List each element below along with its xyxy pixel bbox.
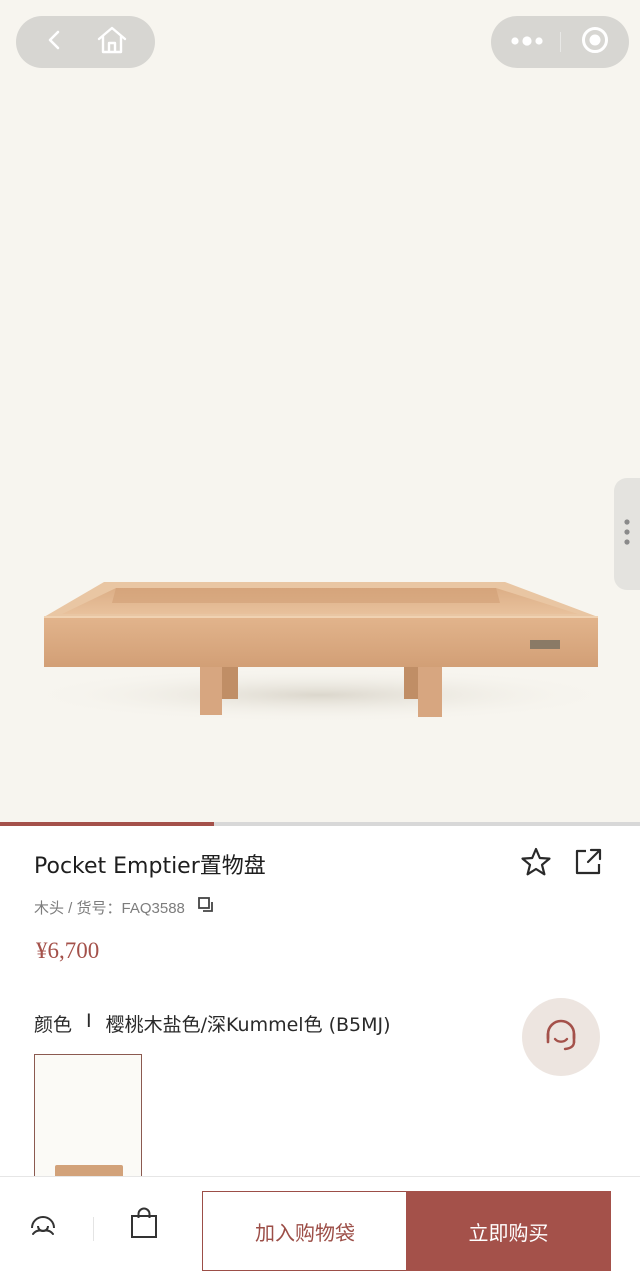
color-selector-label: 颜色 I 樱桃木盐色/深Kummel色 (B5MJ) [34, 1010, 391, 1037]
close-miniprogram-button[interactable] [567, 16, 623, 68]
nav-capsule-left [16, 16, 155, 68]
more-icon [510, 33, 544, 51]
side-menu-handle[interactable] [614, 478, 640, 590]
color-swatch-option[interactable] [34, 1054, 142, 1184]
share-button[interactable] [572, 846, 604, 883]
product-price: ¥6,700 [36, 938, 100, 963]
capsule-divider [560, 32, 561, 52]
target-icon [580, 25, 610, 60]
product-meta: 木头 / 货号：FAQ3588 [34, 896, 215, 918]
color-label: 颜色 [34, 1014, 73, 1036]
tray-illustration [20, 582, 620, 723]
customer-service-icon [27, 1207, 59, 1244]
shopping-bag-button[interactable] [126, 1207, 162, 1243]
vertical-dots-icon [623, 517, 631, 552]
buy-now-button[interactable]: 立即购买 [406, 1191, 611, 1271]
headset-icon [538, 1012, 584, 1063]
star-icon [520, 847, 552, 882]
product-image[interactable] [0, 0, 640, 822]
home-icon [96, 25, 128, 60]
color-separator: I [86, 1010, 92, 1032]
customer-service-button[interactable] [25, 1207, 61, 1243]
copy-sku-button[interactable] [197, 896, 215, 918]
more-button[interactable] [499, 16, 555, 68]
image-progress-bar [0, 822, 640, 826]
chevron-left-icon [46, 29, 62, 56]
nav-capsule-right [491, 16, 629, 68]
bottom-action-bar: 加入购物袋 立即购买 [0, 1176, 640, 1280]
product-title: Pocket Emptier置物盘 [34, 854, 266, 879]
favorite-button[interactable] [520, 846, 552, 883]
bottom-divider [93, 1217, 94, 1241]
share-icon [572, 848, 604, 882]
back-button[interactable] [30, 16, 78, 68]
floating-service-button[interactable] [522, 998, 600, 1076]
shopping-bag-icon [129, 1206, 159, 1245]
add-to-bag-button[interactable]: 加入购物袋 [202, 1191, 408, 1271]
color-value: 樱桃木盐色/深Kummel色 (B5MJ) [105, 1014, 391, 1036]
home-button[interactable] [86, 16, 138, 68]
image-progress-fill [0, 822, 215, 826]
product-material-sku: 木头 / 货号：FAQ3588 [34, 899, 185, 917]
copy-icon [197, 896, 215, 918]
